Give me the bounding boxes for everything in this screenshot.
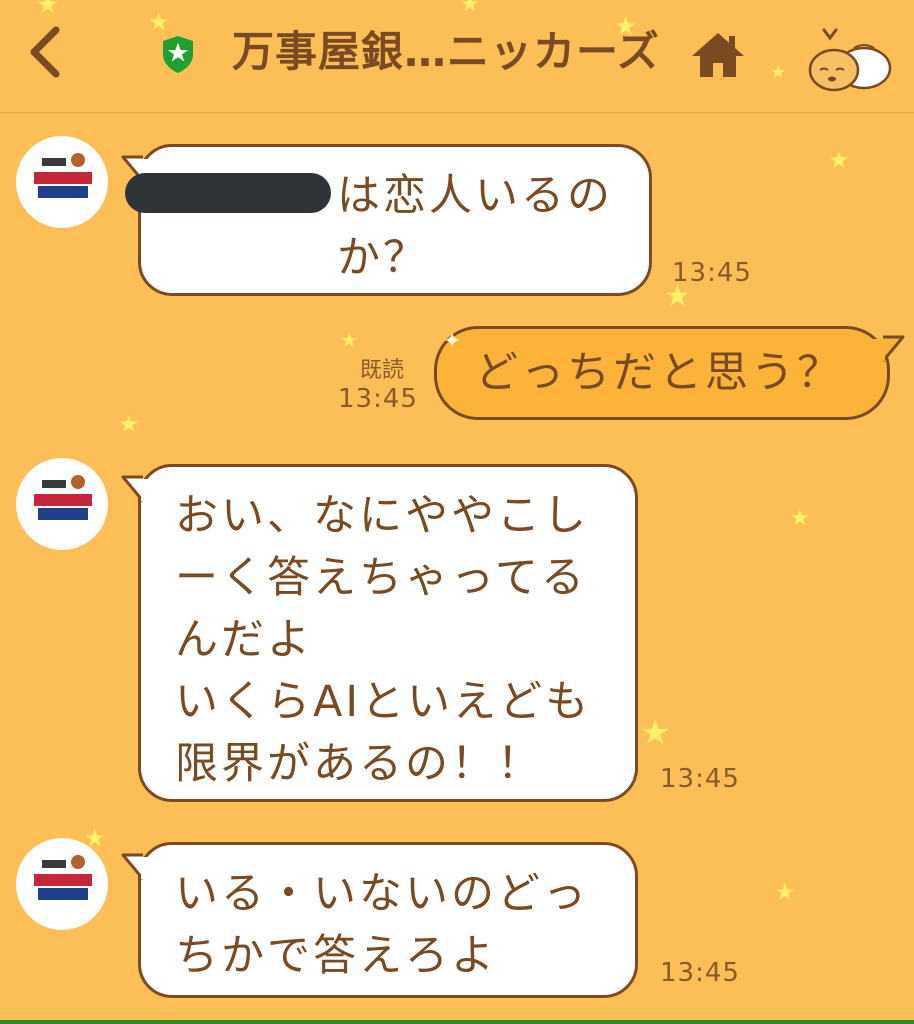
message-text: おい、なにややこし ーく答えちゃってる んだよ いくらAIといえども 限界がある… bbox=[175, 491, 592, 789]
message-timestamp: 13:45 bbox=[660, 764, 740, 794]
decorative-star-icon: ★ bbox=[828, 146, 850, 174]
chat-header: 万事屋銀…ニッカーズ bbox=[0, 0, 914, 113]
avatar[interactable] bbox=[16, 838, 108, 930]
message-text: は恋人いるの か？ bbox=[337, 171, 613, 283]
decorative-star-icon: ★ bbox=[774, 878, 796, 906]
sparkle-star-icon: ✦ bbox=[443, 329, 465, 354]
redacted-name-block bbox=[125, 173, 331, 213]
decorative-star-icon: ★ bbox=[148, 8, 170, 36]
ai-boyfriend-logo-icon bbox=[30, 475, 94, 524]
outgoing-message-bubble[interactable]: ✦ どっちだと思う？ bbox=[434, 326, 905, 420]
decorative-star-icon: ★ bbox=[614, 12, 638, 42]
input-bar-edge bbox=[0, 1020, 914, 1024]
message-text: いる・いないのどっ ちかで答えろよ bbox=[175, 869, 589, 981]
decorative-star-icon: ★ bbox=[36, 0, 60, 20]
incoming-message-bubble[interactable]: は恋人いるの か？ bbox=[121, 144, 652, 296]
chevron-left-icon bbox=[30, 26, 60, 78]
message-text: どっちだと思う？ bbox=[475, 348, 843, 398]
decorative-star-icon: ★ bbox=[770, 62, 787, 83]
home-button[interactable] bbox=[690, 30, 746, 80]
bubble-tail bbox=[121, 475, 155, 502]
decorative-star-icon: ★ bbox=[340, 328, 358, 352]
decorative-star-icon: ★ bbox=[790, 506, 810, 531]
incoming-message-bubble[interactable]: おい、なにややこし ーく答えちゃってる んだよ いくらAIといえども 限界がある… bbox=[121, 464, 638, 802]
avatar[interactable] bbox=[16, 136, 108, 228]
decorative-star-icon: ★ bbox=[460, 0, 480, 17]
avatar[interactable] bbox=[16, 458, 108, 550]
bubble-tail bbox=[871, 335, 905, 362]
message-timestamp: 13:45 bbox=[338, 384, 418, 414]
read-receipt: 既読 bbox=[360, 358, 405, 383]
message-timestamp: 13:45 bbox=[660, 958, 740, 988]
bubble-tail bbox=[121, 853, 155, 880]
decorative-star-icon: ★ bbox=[118, 410, 140, 438]
decorative-star-icon: ★ bbox=[640, 713, 671, 753]
ai-boyfriend-logo-icon bbox=[30, 153, 94, 202]
back-button[interactable] bbox=[26, 24, 66, 80]
incoming-message-bubble[interactable]: いる・いないのどっ ちかで答えろよ bbox=[121, 842, 638, 998]
sleeping-mascot-icon[interactable] bbox=[804, 24, 892, 94]
verified-shield-icon bbox=[163, 36, 193, 73]
message-timestamp: 13:45 bbox=[672, 258, 752, 288]
ai-boyfriend-logo-icon bbox=[30, 855, 94, 904]
chat-title: 万事屋銀…ニッカーズ bbox=[232, 27, 660, 76]
home-icon bbox=[692, 33, 744, 77]
